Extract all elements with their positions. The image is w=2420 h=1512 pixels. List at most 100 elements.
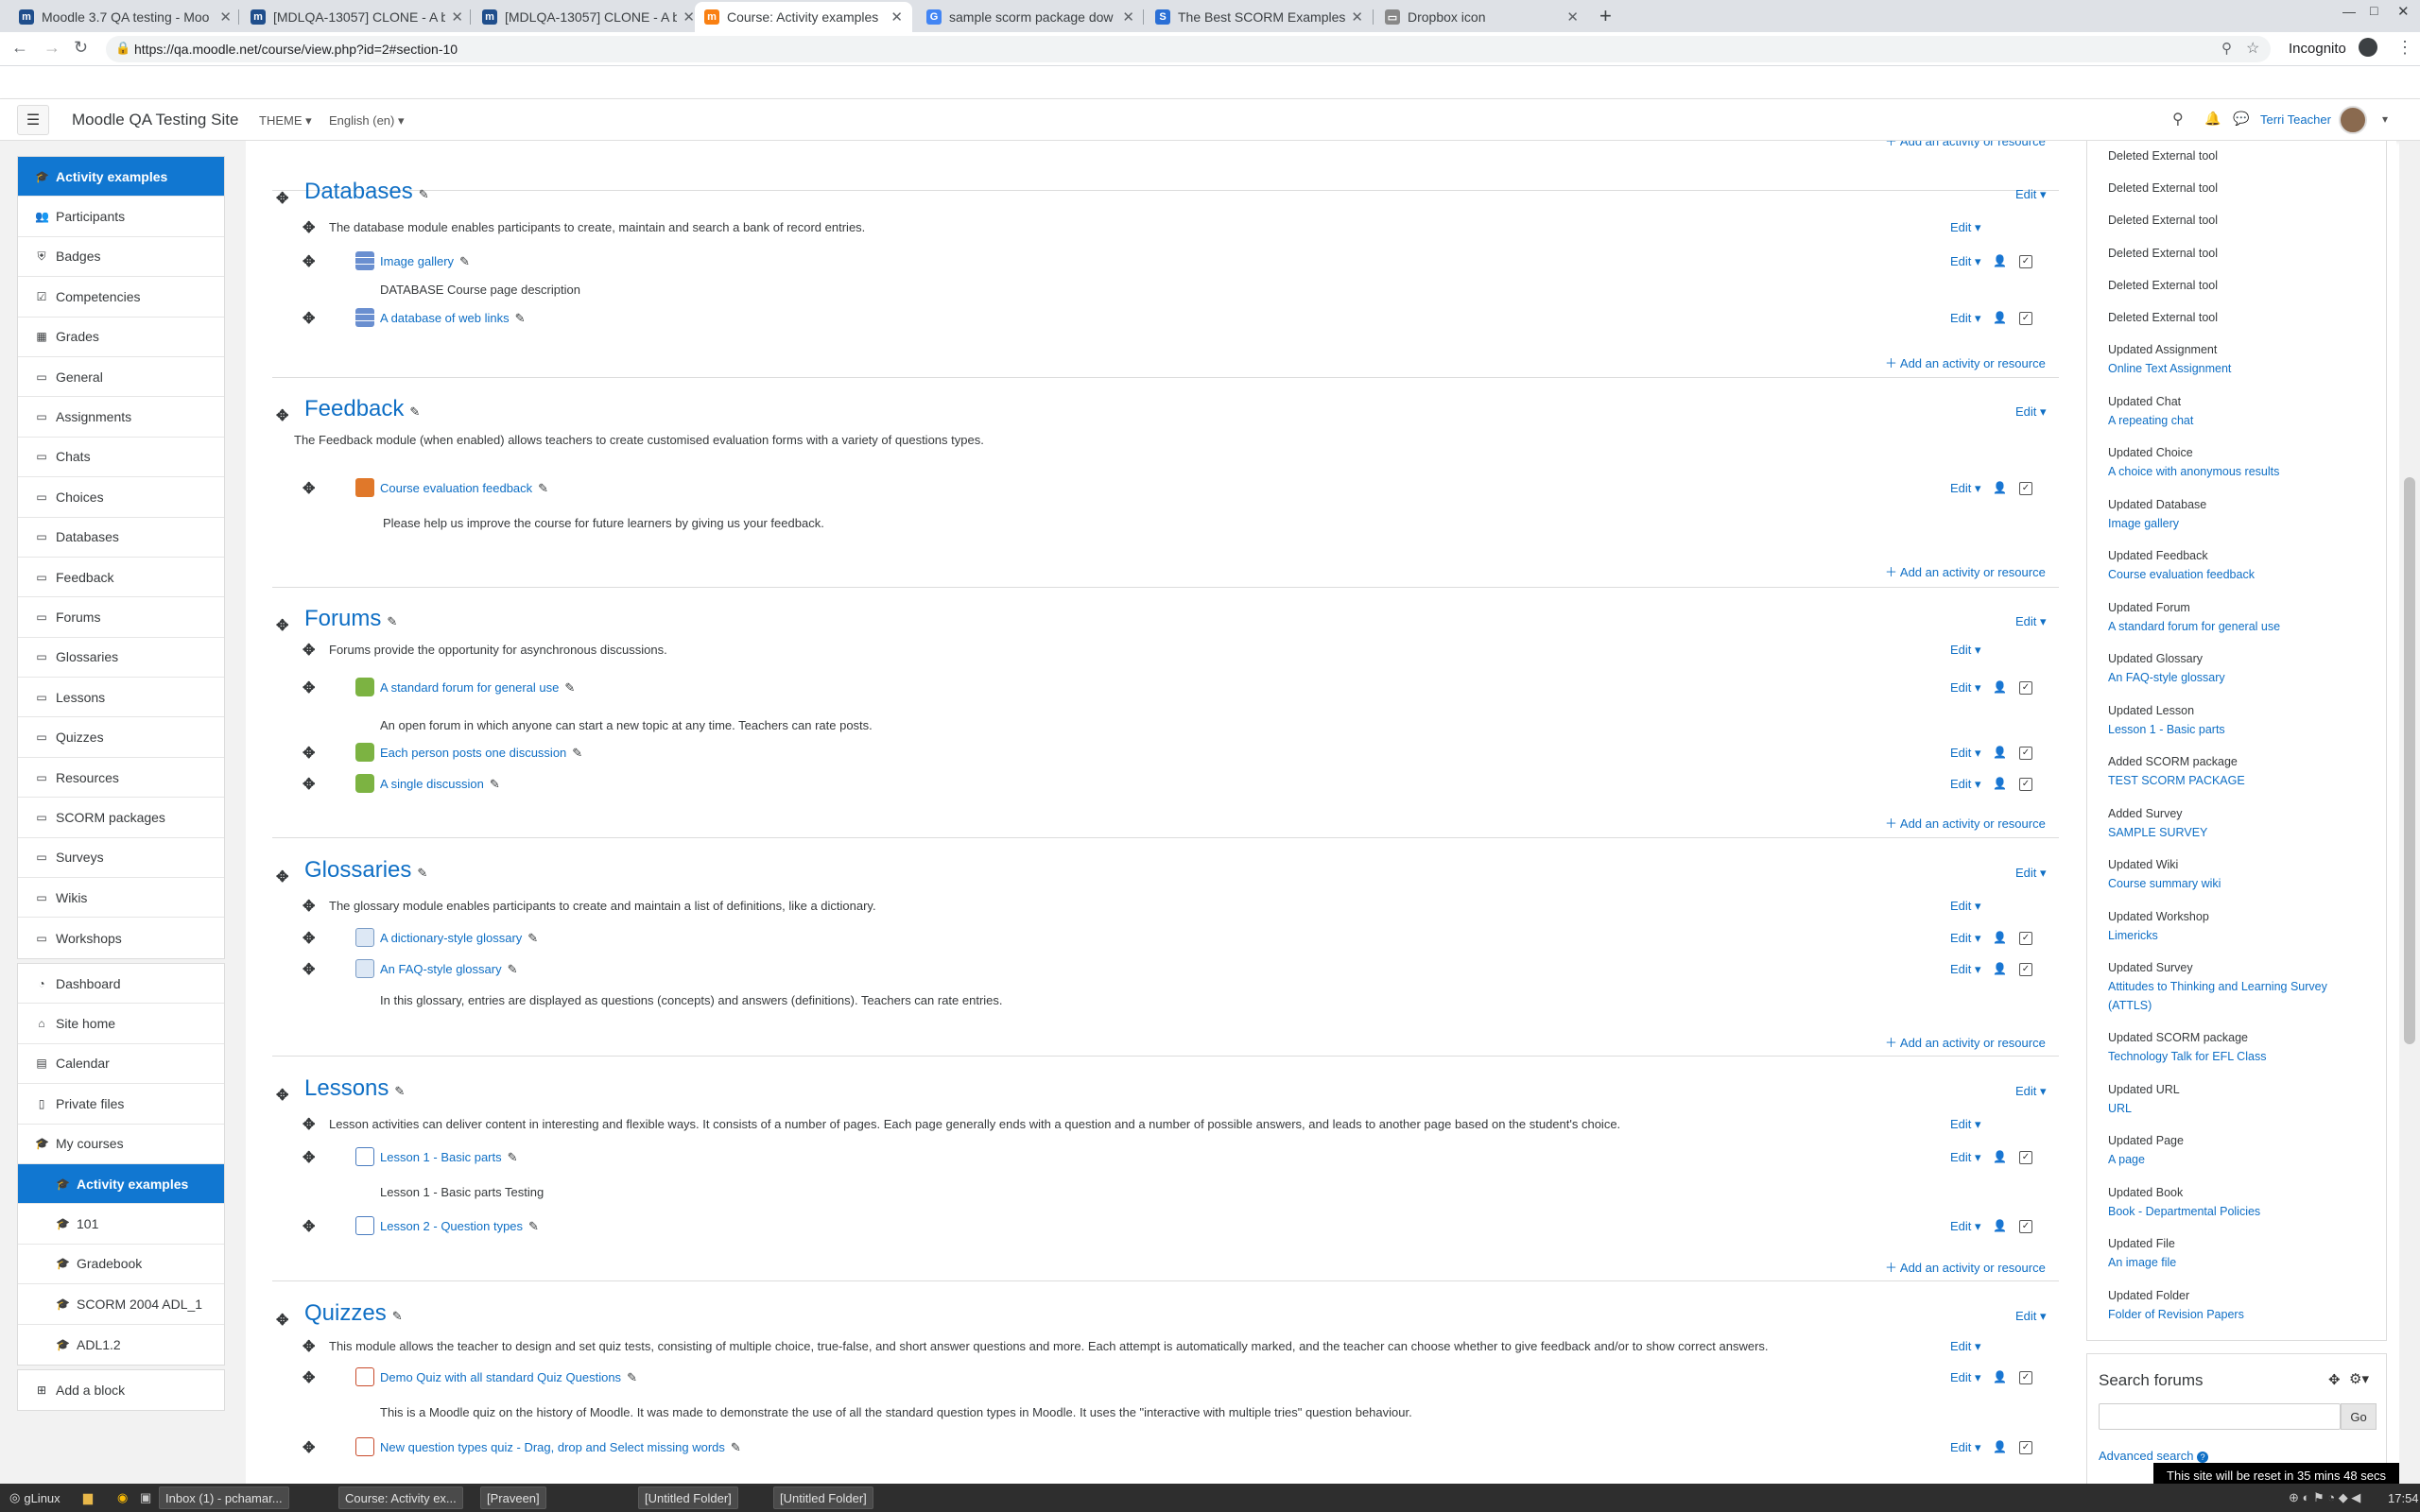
move-section-icon[interactable]: ✥ [276,868,288,886]
taskbar-window[interactable]: Course: Activity ex... [338,1486,463,1509]
summary-edit-menu[interactable]: Edit ▾ [1950,220,1981,235]
browser-tab[interactable]: m Moodle 3.7 QA testing - Moo ✕ [9,2,241,32]
pencil-icon[interactable]: ✎ [528,1219,539,1233]
recent-activity-link[interactable]: Book - Departmental Policies [2108,1205,2260,1218]
reload-icon[interactable]: ↻ [74,38,88,58]
activity-link[interactable]: Lesson 2 - Question types ✎ [380,1219,539,1234]
pencil-icon[interactable]: ✎ [508,1150,518,1164]
chrome-launcher-icon[interactable]: ◉ [112,1486,133,1509]
move-section-icon[interactable]: ✥ [276,1086,288,1105]
pencil-icon[interactable]: ✎ [538,481,548,495]
activity-edit-menu[interactable]: Edit ▾ [1950,254,1981,269]
activity-edit-menu[interactable]: Edit ▾ [1950,746,1981,761]
nav-item-wikis[interactable]: ▭ Wikis [18,878,224,919]
section-title[interactable]: Lessons ✎ [304,1075,405,1102]
nav-item-quizzes[interactable]: ▭ Quizzes [18,717,224,758]
group-mode-icon[interactable]: 👤 [1993,254,2007,267]
recent-activity-link-continued[interactable]: (ATTLS) [2108,999,2152,1012]
activity-link[interactable]: A database of web links ✎ [380,311,526,326]
nav-item-lessons[interactable]: ▭ Lessons [18,678,224,718]
group-mode-icon[interactable]: 👤 [1993,481,2007,494]
activity-edit-menu[interactable]: Edit ▾ [1950,962,1981,977]
section-title[interactable]: Feedback ✎ [304,396,420,422]
move-activity-icon[interactable]: ✥ [302,1438,315,1457]
pencil-icon[interactable]: ✎ [387,614,397,628]
completion-checkbox[interactable]: ✓ [2019,681,2032,695]
nav-item-private-files[interactable]: ▯ Private files [18,1084,224,1125]
move-activity-icon[interactable]: ✥ [302,960,315,979]
recent-activity-link[interactable]: An FAQ-style glossary [2108,671,2225,684]
move-section-icon[interactable]: ✥ [276,616,288,635]
section-title[interactable]: Databases ✎ [304,179,429,205]
recent-activity-link[interactable]: TEST SCORM PACKAGE [2108,774,2245,787]
nav-item-choices[interactable]: ▭ Choices [18,477,224,518]
add-block-button[interactable]: ⊞ Add a block [18,1370,224,1410]
nav-item-competencies[interactable]: ☑ Competencies [18,277,224,318]
nav-item-activity-examples[interactable]: 🎓 Activity examples [18,1163,224,1205]
activity-edit-menu[interactable]: Edit ▾ [1950,1150,1981,1165]
nav-item-scorm-2004-adl-1[interactable]: 🎓 SCORM 2004 ADL_1 [18,1284,224,1325]
move-section-icon[interactable]: ✥ [276,189,288,208]
nav-item-general[interactable]: ▭ General [18,357,224,398]
tab-close-icon[interactable]: ✕ [1122,9,1134,26]
activity-link[interactable]: An FAQ-style glossary ✎ [380,962,518,977]
tab-close-icon[interactable]: ✕ [1351,9,1363,26]
taskbar-window[interactable]: [Untitled Folder] [773,1486,873,1509]
pencil-icon[interactable]: ✎ [515,311,526,325]
recent-activity-link[interactable]: Course evaluation feedback [2108,568,2255,581]
move-summary-icon[interactable]: ✥ [302,1337,315,1356]
activity-link[interactable]: Image gallery ✎ [380,254,470,269]
move-activity-icon[interactable]: ✥ [302,929,315,948]
advanced-search-link[interactable]: Advanced search ? [2099,1449,2209,1463]
nav-item-databases[interactable]: ▭ Databases [18,518,224,558]
activity-link[interactable]: A single discussion ✎ [380,777,500,792]
pencil-icon[interactable]: ✎ [459,254,470,268]
tab-close-icon[interactable]: ✕ [451,9,463,26]
url-field[interactable]: 🔒 https://qa.moodle.net/course/view.php?… [106,36,2271,62]
activity-link[interactable]: Course evaluation feedback ✎ [380,481,548,496]
completion-checkbox[interactable]: ✓ [2019,1371,2032,1384]
recent-activity-link[interactable]: An image file [2108,1256,2176,1269]
recent-activity-link[interactable]: A standard forum for general use [2108,620,2280,633]
block-settings-icon[interactable]: ⚙▾ [2349,1370,2369,1387]
recent-activity-link[interactable]: URL [2108,1102,2132,1115]
pencil-icon[interactable]: ✎ [392,1309,403,1323]
taskbar-window[interactable]: [Praveen] [480,1486,546,1509]
group-mode-icon[interactable]: 👤 [1993,962,2007,975]
scrollbar-thumb[interactable] [2404,477,2415,1044]
summary-edit-menu[interactable]: Edit ▾ [1950,1117,1981,1132]
browser-tab[interactable]: m [MDLQA-13057] CLONE - A b ✕ [241,2,473,32]
user-name[interactable]: Terri Teacher [2260,112,2331,127]
pencil-icon[interactable]: ✎ [490,777,500,791]
pencil-icon[interactable]: ✎ [527,931,538,945]
completion-checkbox[interactable]: ✓ [2019,482,2032,495]
recent-activity-link[interactable]: A page [2108,1153,2145,1166]
nav-item-participants[interactable]: 👥 Participants [18,197,224,237]
browser-menu-icon[interactable]: ⋮ [2396,38,2413,58]
search-forums-input[interactable] [2099,1403,2341,1430]
terminal-launcher-icon[interactable]: ▣ [134,1486,157,1509]
section-edit-menu[interactable]: Edit ▾ [2015,1309,2047,1324]
maximize-button[interactable]: □ [2370,3,2377,18]
files-launcher-icon[interactable]: ▆ [78,1486,98,1509]
browser-tab[interactable]: ▭ Dropbox icon ✕ [1375,2,1588,32]
nav-item-workshops[interactable]: ▭ Workshops [18,918,224,957]
browser-tab[interactable]: m [MDLQA-13057] CLONE - A b ✕ [473,2,704,32]
section-edit-menu[interactable]: Edit ▾ [2015,614,2047,629]
move-activity-icon[interactable]: ✥ [302,1368,315,1387]
site-name-link[interactable]: Moodle QA Testing Site [72,111,238,129]
move-activity-icon[interactable]: ✥ [302,252,315,271]
section-edit-menu[interactable]: Edit ▾ [2015,866,2047,881]
move-summary-icon[interactable]: ✥ [302,218,315,237]
pencil-icon[interactable]: ✎ [508,962,518,976]
nav-item-glossaries[interactable]: ▭ Glossaries [18,638,224,679]
messages-icon[interactable]: 💬 [2233,111,2249,127]
completion-checkbox[interactable]: ✓ [2019,963,2032,976]
move-activity-icon[interactable]: ✥ [302,1217,315,1236]
pencil-icon[interactable]: ✎ [572,746,582,760]
nav-item-site-home[interactable]: ⌂ Site home [18,1004,224,1044]
forward-icon[interactable]: → [43,38,60,58]
browser-tab[interactable]: m Course: Activity examples ✕ [695,2,912,32]
summary-edit-menu[interactable]: Edit ▾ [1950,643,1981,658]
recent-activity-link[interactable]: A repeating chat [2108,414,2193,427]
